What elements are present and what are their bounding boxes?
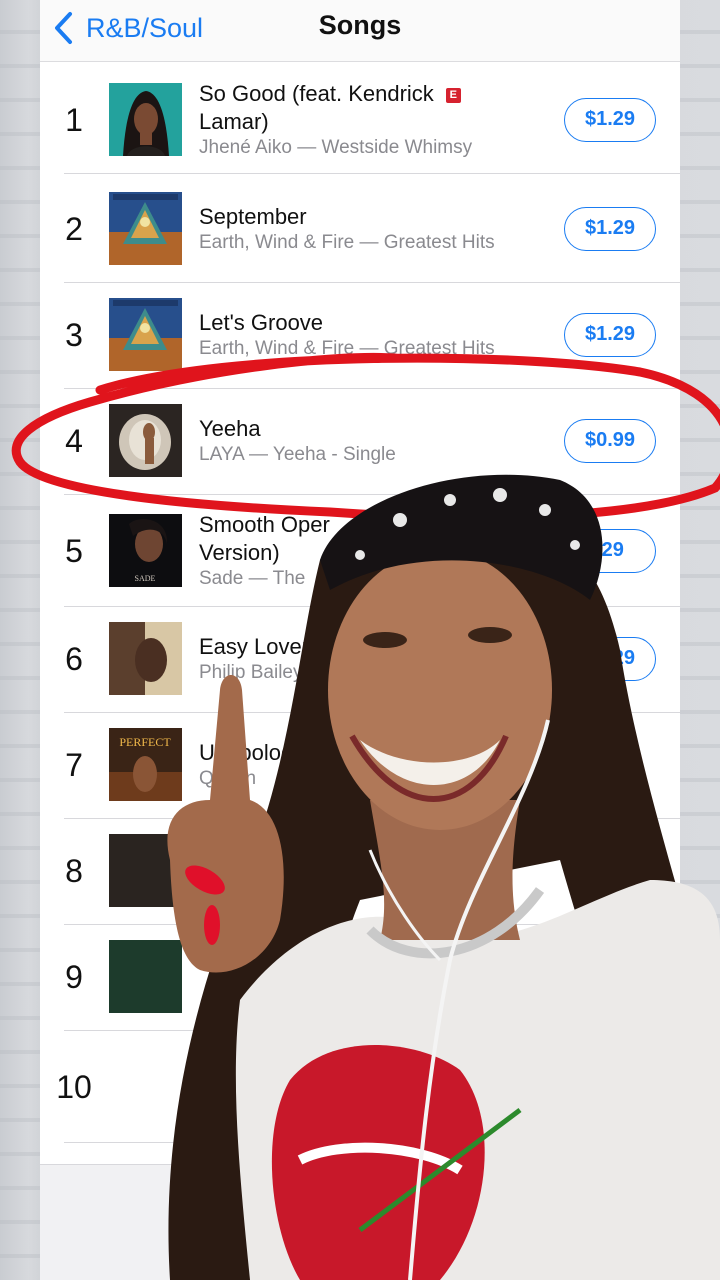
song-title: Yeeha xyxy=(199,416,261,441)
song-subtitle: Philip Bailey xyxy=(199,662,303,683)
song-title-line: Lamar) xyxy=(199,109,269,134)
price-button[interactable]: $1.29 xyxy=(564,313,656,357)
song-row-4[interactable]: 4 Yeeha LAYA — Yeeha - Single $0.99 xyxy=(40,389,680,495)
rank-number: 10 xyxy=(56,1069,92,1105)
song-subtitle: Earth, Wind & Fire — Greatest Hits xyxy=(199,232,495,253)
song-subtitle: Queen xyxy=(199,768,257,789)
song-title: Unapolog xyxy=(199,740,294,765)
album-art xyxy=(109,404,182,477)
rank-number: 4 xyxy=(65,423,83,459)
song-row-10[interactable]: 10 xyxy=(40,1031,680,1143)
page-title: Songs xyxy=(318,10,402,40)
rank-number: 6 xyxy=(65,641,83,677)
song-title-line: Smooth Oper xyxy=(199,512,330,537)
rank-number: 5 xyxy=(65,533,83,569)
bottom-bar xyxy=(40,1164,680,1280)
song-row-9[interactable]: 9 xyxy=(40,925,680,1031)
album-art xyxy=(109,834,182,907)
song-row-2[interactable]: 2 September Earth, Wind & Fire — Greates… xyxy=(40,177,680,283)
song-title-line: Version) xyxy=(199,540,280,565)
song-row-6[interactable]: 6 Easy Lover Philip Bailey $1.29 xyxy=(40,607,680,713)
album-art: SADE xyxy=(109,514,182,587)
song-subtitle: LAYA — Yeeha - Single xyxy=(199,444,396,465)
song-row-8[interactable]: 8 xyxy=(40,819,680,925)
rank-number: 1 xyxy=(65,102,83,138)
song-subtitle: Jhené Aiko — Westside Whimsy xyxy=(199,137,473,158)
album-art xyxy=(109,83,182,156)
rank-number: 8 xyxy=(65,853,83,889)
album-art xyxy=(109,192,182,265)
song-row-3[interactable]: 3 Let's Groove Earth, Wind & Fire — Grea… xyxy=(40,283,680,389)
song-title: So Good (feat. Kendrick E Lamar) xyxy=(199,80,461,136)
album-art: PERFECT xyxy=(109,728,182,801)
rank-number: 3 xyxy=(65,317,83,353)
price-button[interactable]: $1.29 xyxy=(564,637,656,681)
album-art xyxy=(109,940,182,1013)
navigation-bar: R&B/Soul Songs xyxy=(40,0,680,62)
rank-number: 2 xyxy=(65,211,83,247)
rank-number: 9 xyxy=(65,959,83,995)
svg-text:PERFECT: PERFECT xyxy=(119,735,171,749)
song-row-1[interactable]: 1 So Good (feat. Kendrick E Lamar) Jhené … xyxy=(40,68,680,174)
price-button[interactable]: $0.99 xyxy=(564,419,656,463)
price-button[interactable]: $1.29 xyxy=(564,207,656,251)
album-art xyxy=(109,622,182,695)
svg-text:SADE: SADE xyxy=(135,574,156,583)
song-title: September xyxy=(199,204,307,229)
price-button[interactable]: $1.29 xyxy=(564,98,656,142)
price-button[interactable]: .29 xyxy=(564,529,656,573)
row-divider xyxy=(64,1142,680,1143)
album-art xyxy=(109,298,182,371)
song-title: Let's Groove xyxy=(199,310,324,335)
rank-number: 7 xyxy=(65,747,83,783)
song-title-line: So Good (feat. Kendrick xyxy=(199,81,434,106)
song-row-5[interactable]: 5 SADE Smooth Oper Version) Sade — The .… xyxy=(40,495,680,607)
song-subtitle: Sade — The xyxy=(199,568,306,589)
song-title: Easy Lover xyxy=(199,634,310,659)
song-subtitle: Earth, Wind & Fire — Greatest Hits xyxy=(199,338,495,359)
row-divider xyxy=(64,173,680,174)
song-row-7[interactable]: 7 PERFECT Unapolog Queen xyxy=(40,713,680,819)
explicit-badge: E xyxy=(445,88,461,103)
song-title: Smooth Oper Version) xyxy=(199,511,330,567)
